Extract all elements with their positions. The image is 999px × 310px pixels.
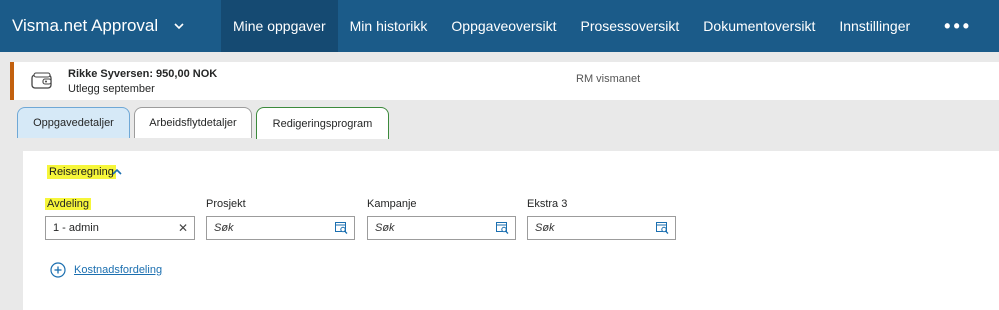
task-company: RM vismanet bbox=[576, 73, 641, 85]
app-switcher[interactable]: Visma.net Approval bbox=[0, 0, 221, 52]
prosjekt-field[interactable]: Søk bbox=[206, 216, 355, 240]
avdeling-field[interactable]: 1 - admin ✕ bbox=[45, 216, 195, 240]
field-label-kampanje: Kampanje bbox=[367, 198, 417, 210]
nav-item-prosessoversikt[interactable]: Prosessoversikt bbox=[568, 0, 691, 52]
chevron-down-icon[interactable] bbox=[174, 22, 184, 30]
kampanje-field[interactable]: Søk bbox=[367, 216, 516, 240]
tab-arbeidsflytdetaljer[interactable]: Arbeidsflytdetaljer bbox=[134, 107, 252, 138]
task-title: Rikke Syversen: 950,00 NOK bbox=[68, 68, 218, 80]
chevron-up-icon[interactable] bbox=[111, 165, 123, 177]
field-label-prosjekt: Prosjekt bbox=[206, 198, 246, 210]
nav-item-min-historikk[interactable]: Min historikk bbox=[338, 0, 440, 52]
tab-redigeringsprogram[interactable]: Redigeringsprogram bbox=[256, 107, 389, 139]
prosjekt-placeholder: Søk bbox=[214, 222, 234, 234]
nav-item-mine-oppgaver[interactable]: Mine oppgaver bbox=[221, 0, 338, 52]
wallet-icon bbox=[30, 70, 54, 92]
lookup-icon[interactable] bbox=[335, 222, 348, 234]
main-nav: Mine oppgaver Min historikk Oppgaveovers… bbox=[221, 0, 994, 52]
ekstra-3-placeholder: Søk bbox=[535, 222, 555, 234]
top-navigation-bar: Visma.net Approval Mine oppgaver Min his… bbox=[0, 0, 999, 52]
nav-item-dokumentoversikt[interactable]: Dokumentoversikt bbox=[691, 0, 827, 52]
cost-distribution-link[interactable]: Kostnadsfordeling bbox=[74, 264, 162, 276]
nav-item-oppgaveoversikt[interactable]: Oppgaveoversikt bbox=[439, 0, 568, 52]
task-header: Rikke Syversen: 950,00 NOK Utlegg septem… bbox=[10, 62, 999, 100]
app-title: Visma.net Approval bbox=[12, 16, 159, 35]
tab-oppgavedetaljer[interactable]: Oppgavedetaljer bbox=[17, 107, 130, 138]
avdeling-value: 1 - admin bbox=[53, 222, 99, 234]
lookup-icon[interactable] bbox=[656, 222, 669, 234]
nav-item-innstillinger[interactable]: Innstillinger bbox=[827, 0, 922, 52]
field-label-avdeling: Avdeling bbox=[45, 198, 91, 210]
lookup-icon[interactable] bbox=[496, 222, 509, 234]
content-panel: Reiseregning Avdeling 1 - admin ✕ Prosje… bbox=[23, 151, 999, 310]
kampanje-placeholder: Søk bbox=[375, 222, 395, 234]
field-label-ekstra-3: Ekstra 3 bbox=[527, 198, 568, 210]
more-menu-icon[interactable]: ••• bbox=[922, 0, 994, 52]
add-cost-distribution-button[interactable]: Kostnadsfordeling bbox=[50, 262, 162, 278]
task-subtitle: Utlegg september bbox=[68, 83, 155, 95]
clear-icon[interactable]: ✕ bbox=[178, 221, 188, 235]
plus-circle-icon[interactable] bbox=[50, 262, 66, 278]
ekstra-3-field[interactable]: Søk bbox=[527, 216, 676, 240]
section-title-reiseregning[interactable]: Reiseregning bbox=[47, 165, 116, 179]
